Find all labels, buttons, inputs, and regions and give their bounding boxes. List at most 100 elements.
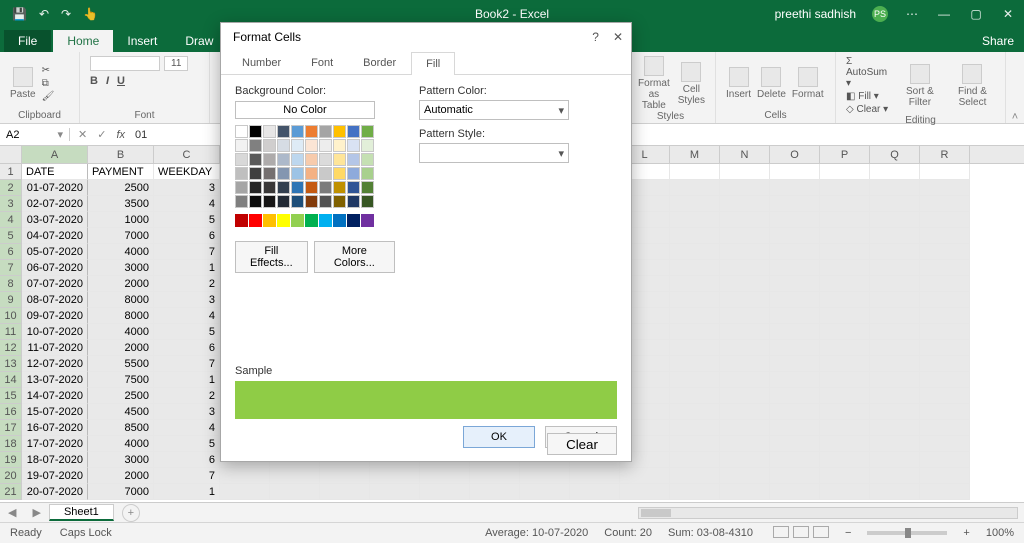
more-colors-button[interactable]: More Colors... [314, 241, 395, 273]
color-swatch[interactable] [235, 153, 248, 166]
cell[interactable] [670, 180, 720, 196]
cell[interactable] [820, 372, 870, 388]
cell[interactable]: 5500 [88, 356, 154, 372]
cell[interactable] [920, 324, 970, 340]
cell-styles-button[interactable]: Cell Styles [678, 62, 705, 106]
cell[interactable]: 4500 [88, 404, 154, 420]
color-swatch[interactable] [305, 181, 318, 194]
cell[interactable] [770, 452, 820, 468]
color-swatch[interactable] [347, 195, 360, 208]
cell[interactable]: 7500 [88, 372, 154, 388]
sheet-tab-sheet1[interactable]: Sheet1 [49, 504, 114, 521]
collapse-ribbon-icon[interactable]: ˄ [1006, 52, 1024, 123]
cell[interactable] [720, 244, 770, 260]
cell[interactable] [870, 436, 920, 452]
color-swatch[interactable] [249, 167, 262, 180]
cell[interactable] [920, 308, 970, 324]
cell[interactable]: 4000 [88, 324, 154, 340]
cell[interactable]: 1 [154, 260, 220, 276]
cell[interactable] [920, 468, 970, 484]
row-header[interactable]: 11 [0, 324, 22, 340]
column-header[interactable]: C [154, 146, 220, 163]
cell[interactable]: 07-07-2020 [22, 276, 88, 292]
copy-icon[interactable]: ⧉ [42, 78, 55, 89]
row-header[interactable]: 5 [0, 228, 22, 244]
cell[interactable]: 15-07-2020 [22, 404, 88, 420]
cell[interactable] [670, 324, 720, 340]
cell[interactable]: 18-07-2020 [22, 452, 88, 468]
cell[interactable] [720, 404, 770, 420]
color-swatch[interactable] [333, 214, 346, 227]
color-swatch[interactable] [277, 125, 290, 138]
cell[interactable] [870, 196, 920, 212]
cell[interactable] [420, 468, 470, 484]
cell[interactable] [670, 484, 720, 500]
row-header[interactable]: 16 [0, 404, 22, 420]
cell[interactable] [720, 452, 770, 468]
color-swatch[interactable] [277, 167, 290, 180]
cell[interactable] [870, 340, 920, 356]
cell[interactable] [820, 484, 870, 500]
row-header[interactable]: 17 [0, 420, 22, 436]
cell[interactable] [670, 244, 720, 260]
cell[interactable] [570, 484, 620, 500]
cell[interactable]: 8000 [88, 308, 154, 324]
user-name[interactable]: preethi sadhish [775, 7, 856, 21]
format-cells-button[interactable]: Format [792, 67, 824, 100]
cell[interactable] [920, 388, 970, 404]
cell[interactable] [720, 388, 770, 404]
cell[interactable] [770, 468, 820, 484]
find-select-button[interactable]: Find & Select [950, 64, 995, 108]
cell[interactable]: 5 [154, 324, 220, 340]
color-swatch[interactable] [291, 181, 304, 194]
formula-input[interactable]: 01 [135, 129, 147, 141]
cell[interactable] [820, 228, 870, 244]
cell[interactable] [720, 164, 770, 180]
color-swatch[interactable] [361, 153, 374, 166]
qat-undo-icon[interactable]: ↶ [39, 7, 49, 21]
cell[interactable] [870, 292, 920, 308]
cell[interactable] [870, 388, 920, 404]
cut-icon[interactable]: ✂ [42, 65, 55, 76]
cell[interactable] [670, 212, 720, 228]
color-swatch[interactable] [263, 125, 276, 138]
cell[interactable] [870, 452, 920, 468]
cell[interactable] [670, 308, 720, 324]
horizontal-scrollbar[interactable] [638, 507, 1018, 519]
cell[interactable]: 05-07-2020 [22, 244, 88, 260]
cell[interactable] [920, 484, 970, 500]
cell[interactable]: 6 [154, 340, 220, 356]
fx-icon[interactable]: fx [116, 129, 125, 141]
cell[interactable] [920, 356, 970, 372]
cell[interactable] [870, 228, 920, 244]
cell[interactable] [920, 452, 970, 468]
color-swatch[interactable] [361, 125, 374, 138]
cell[interactable]: PAYMENT [88, 164, 154, 180]
zoom-out-icon[interactable]: − [845, 527, 851, 539]
cell[interactable] [820, 340, 870, 356]
sheet-nav-next-icon[interactable]: ▶ [24, 506, 48, 519]
color-swatch[interactable] [249, 125, 262, 138]
cell[interactable]: 3500 [88, 196, 154, 212]
cell[interactable] [320, 484, 370, 500]
cell[interactable] [770, 356, 820, 372]
color-swatch[interactable] [319, 214, 332, 227]
window-close-icon[interactable]: ✕ [1000, 7, 1016, 21]
cell[interactable]: 7 [154, 468, 220, 484]
cell[interactable] [720, 196, 770, 212]
cell[interactable]: 2 [154, 276, 220, 292]
cell[interactable] [720, 436, 770, 452]
zoom-in-icon[interactable]: + [963, 527, 969, 539]
color-swatch[interactable] [277, 181, 290, 194]
tab-home[interactable]: Home [53, 30, 113, 52]
cell[interactable]: 7 [154, 244, 220, 260]
cell[interactable] [870, 356, 920, 372]
color-swatch[interactable] [319, 125, 332, 138]
color-swatch[interactable] [305, 153, 318, 166]
color-swatch[interactable] [347, 167, 360, 180]
tab-draw[interactable]: Draw [171, 30, 227, 52]
color-swatch[interactable] [361, 139, 374, 152]
cell[interactable] [820, 180, 870, 196]
cell[interactable] [670, 164, 720, 180]
cell[interactable]: 3 [154, 180, 220, 196]
